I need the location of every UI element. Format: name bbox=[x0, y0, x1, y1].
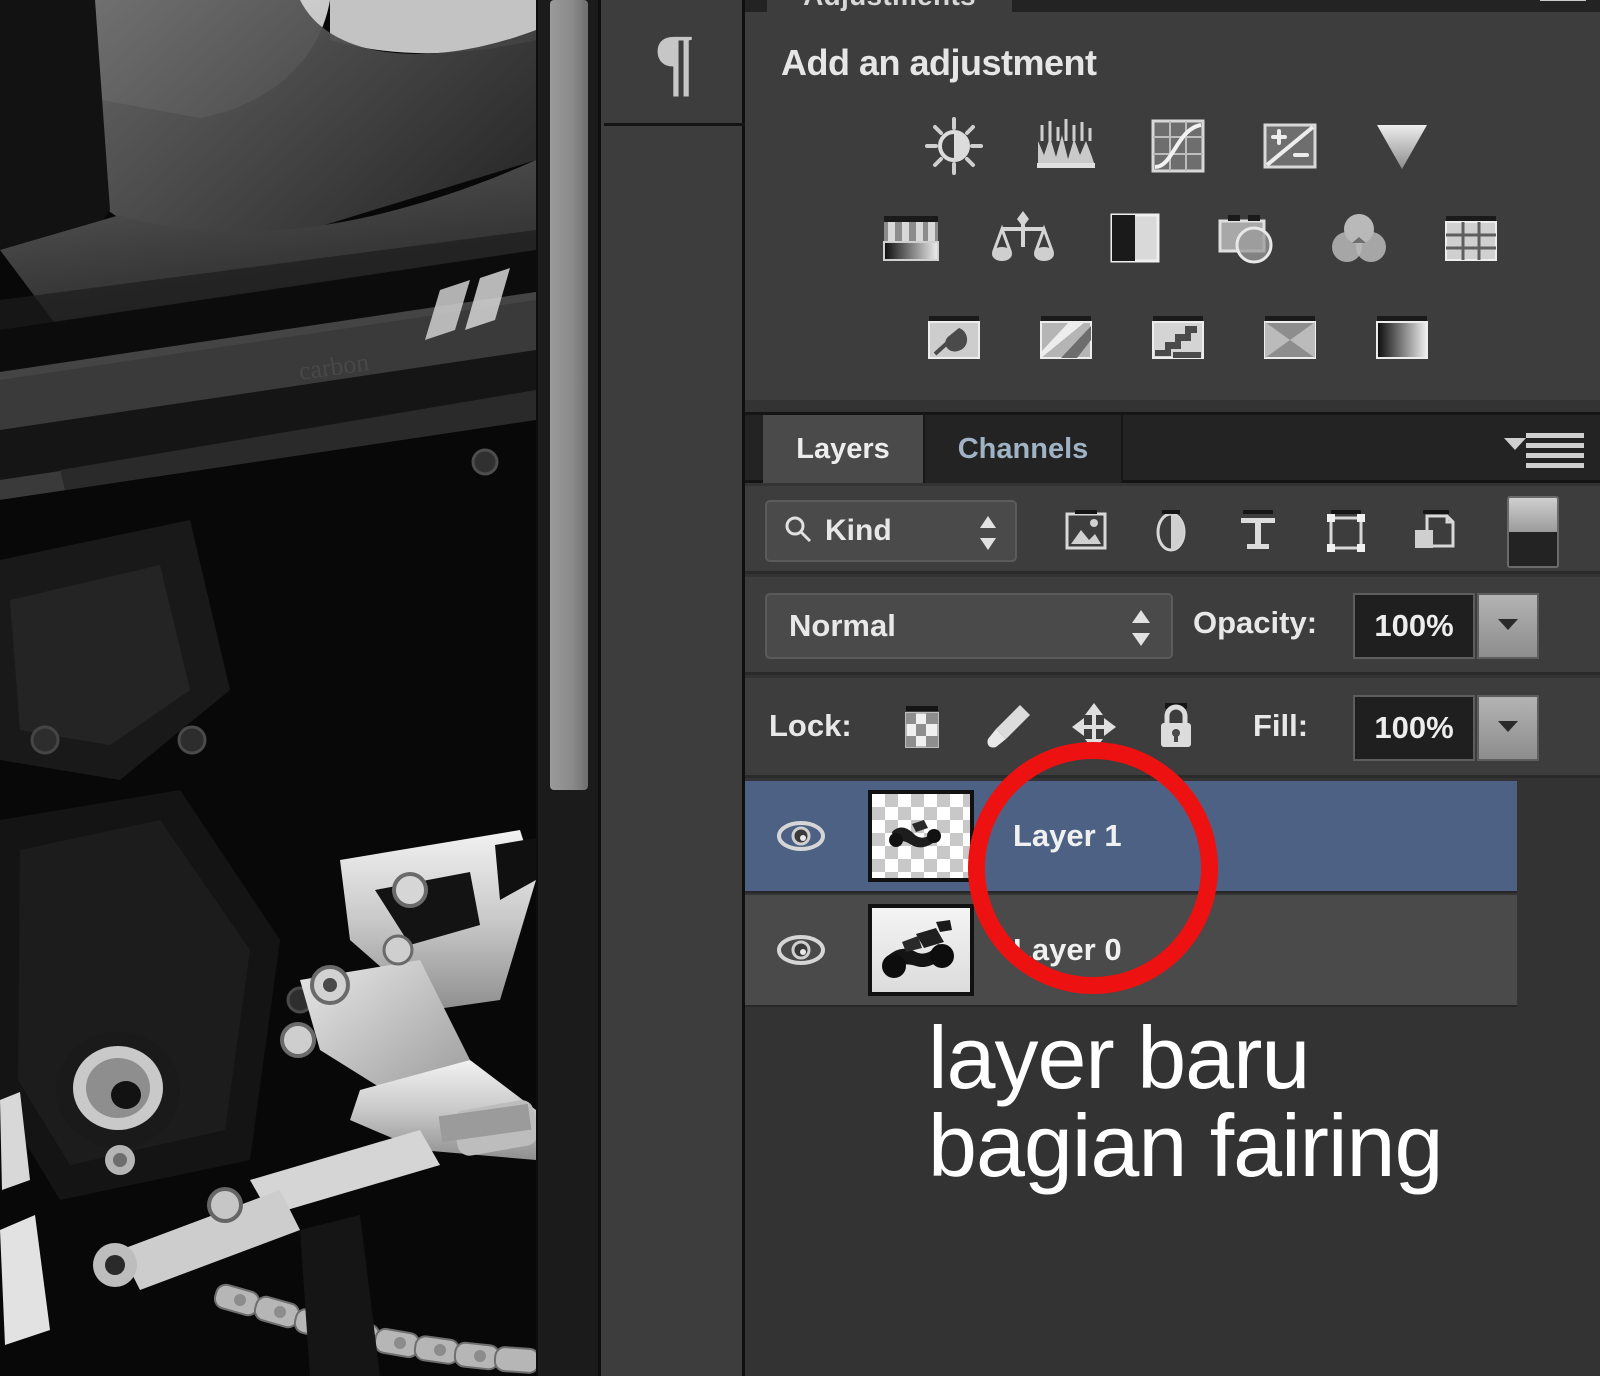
layer-filter-row: Kind bbox=[745, 486, 1600, 574]
brightness-contrast-icon[interactable] bbox=[920, 114, 988, 178]
exposure-icon[interactable] bbox=[1256, 114, 1324, 178]
lock-row: Lock: Fill: 100% bbox=[745, 678, 1600, 778]
selective-color-icon[interactable] bbox=[1368, 305, 1436, 369]
canvas-vertical-scrollbar[interactable] bbox=[536, 0, 598, 1376]
lock-all[interactable] bbox=[1145, 696, 1207, 758]
layer-thumbnail-photo bbox=[868, 904, 974, 996]
black-white-icon[interactable] bbox=[1101, 206, 1169, 270]
table-row[interactable]: Layer 0 bbox=[745, 895, 1517, 1007]
filter-kind-label: Kind bbox=[825, 514, 892, 547]
layers-panel-menu-icon[interactable] bbox=[1504, 433, 1584, 468]
layer-thumbnail-cell[interactable] bbox=[857, 790, 985, 882]
blend-mode-select[interactable]: Normal bbox=[765, 593, 1173, 659]
thumb-selection-corner bbox=[953, 861, 970, 878]
layer-name-label[interactable]: Layer 0 bbox=[1013, 932, 1122, 968]
filter-shape-layers[interactable] bbox=[1315, 500, 1377, 562]
chevron-down-icon bbox=[1496, 617, 1520, 636]
adjustments-panel-menu-icon[interactable] bbox=[1532, 0, 1586, 12]
fill-value: 100% bbox=[1374, 710, 1454, 745]
opacity-label: Opacity: bbox=[1193, 605, 1318, 640]
tab-adjustments[interactable]: Adjustments bbox=[767, 0, 1012, 12]
filter-type-layers[interactable] bbox=[1227, 500, 1289, 562]
scrollbar-thumb[interactable] bbox=[550, 0, 588, 790]
blend-mode-value: Normal bbox=[789, 608, 896, 643]
filter-pixel-layers[interactable] bbox=[1055, 500, 1117, 562]
add-an-adjustment-heading: Add an adjustment bbox=[781, 42, 1097, 83]
lock-transparent-pixels[interactable] bbox=[891, 696, 953, 758]
filter-adjustment-layers[interactable] bbox=[1140, 500, 1202, 562]
lock-label: Lock: bbox=[769, 708, 852, 743]
adjustment-row-3 bbox=[920, 305, 1436, 369]
layer-list: Layer 1 Layer 0 bbox=[745, 781, 1600, 1031]
opacity-dropdown-button[interactable] bbox=[1477, 593, 1539, 659]
thumb-selection-corner bbox=[872, 794, 889, 811]
table-row[interactable]: Layer 1 bbox=[745, 781, 1517, 893]
adjustment-row-1 bbox=[920, 114, 1436, 178]
layer-thumbnail-cell[interactable] bbox=[857, 904, 985, 996]
color-balance-icon[interactable] bbox=[989, 206, 1057, 270]
gradient-map-icon[interactable] bbox=[1256, 305, 1324, 369]
canvas-motorcycle-photo[interactable]: carbon bbox=[0, 0, 536, 1376]
paragraph-panel-button[interactable]: ¶ bbox=[604, 0, 745, 126]
collapsed-panel-dock: ¶ bbox=[598, 0, 745, 1376]
opacity-value: 100% bbox=[1374, 608, 1454, 643]
invert-icon[interactable] bbox=[920, 305, 988, 369]
layers-tabbar: Layers Channels bbox=[745, 415, 1600, 483]
fill-label: Fill: bbox=[1253, 708, 1309, 743]
right-panel-stack: Adjustments Add an adjustment bbox=[745, 0, 1600, 1376]
fill-dropdown-button[interactable] bbox=[1477, 695, 1539, 761]
chevron-down-icon bbox=[1496, 719, 1520, 738]
paragraph-icon: ¶ bbox=[653, 19, 696, 104]
threshold-icon[interactable] bbox=[1144, 305, 1212, 369]
filter-enable-toggle[interactable] bbox=[1507, 496, 1559, 568]
eye-icon bbox=[777, 935, 825, 965]
chevron-down-icon bbox=[1504, 438, 1526, 450]
tab-layers[interactable]: Layers bbox=[763, 415, 923, 483]
lock-position[interactable] bbox=[1063, 696, 1125, 758]
lock-image-pixels[interactable] bbox=[977, 696, 1039, 758]
opacity-input[interactable]: 100% bbox=[1353, 593, 1475, 659]
photo-filter-icon[interactable] bbox=[1213, 206, 1281, 270]
eye-icon bbox=[777, 821, 825, 851]
layer-name-label[interactable]: Layer 1 bbox=[1013, 818, 1122, 854]
tab-adjustments-label: Adjustments bbox=[803, 0, 976, 12]
hue-saturation-icon[interactable] bbox=[877, 206, 945, 270]
thumb-selection-corner bbox=[953, 794, 970, 811]
photoshop-window: carbon ¶ Add an adjustment Layers Channe… bbox=[0, 0, 1600, 1376]
stepper-updown-icon[interactable] bbox=[1129, 608, 1153, 653]
adjustment-row-2 bbox=[877, 206, 1505, 270]
curves-icon[interactable] bbox=[1144, 114, 1212, 178]
thumb-selection-corner bbox=[872, 861, 889, 878]
magnifier-icon bbox=[783, 514, 813, 549]
vibrance-icon[interactable] bbox=[1368, 114, 1436, 178]
layer-visibility-toggle[interactable] bbox=[745, 816, 857, 856]
motorcycle-photo-illustration: carbon bbox=[0, 0, 536, 1376]
layer-visibility-toggle[interactable] bbox=[745, 930, 857, 970]
fill-input[interactable]: 100% bbox=[1353, 695, 1475, 761]
tab-channels[interactable]: Channels bbox=[923, 415, 1123, 483]
adjustments-panel: Adjustments Add an adjustment bbox=[745, 0, 1600, 400]
levels-icon[interactable] bbox=[1032, 114, 1100, 178]
blend-mode-row: Normal Opacity: 100% bbox=[745, 577, 1600, 675]
posterize-icon[interactable] bbox=[1032, 305, 1100, 369]
stepper-updown-icon[interactable] bbox=[977, 515, 999, 556]
filter-kind-select[interactable]: Kind bbox=[765, 500, 1017, 562]
color-lookup-icon[interactable] bbox=[1437, 206, 1505, 270]
layers-panel: Layers Channels Kind Normal Opacity: 100… bbox=[745, 412, 1600, 1376]
layer-thumbnail-transparent bbox=[868, 790, 974, 882]
channel-mixer-icon[interactable] bbox=[1325, 206, 1393, 270]
filter-smart-objects[interactable] bbox=[1403, 500, 1465, 562]
layer-list-gutter bbox=[1517, 781, 1600, 1009]
